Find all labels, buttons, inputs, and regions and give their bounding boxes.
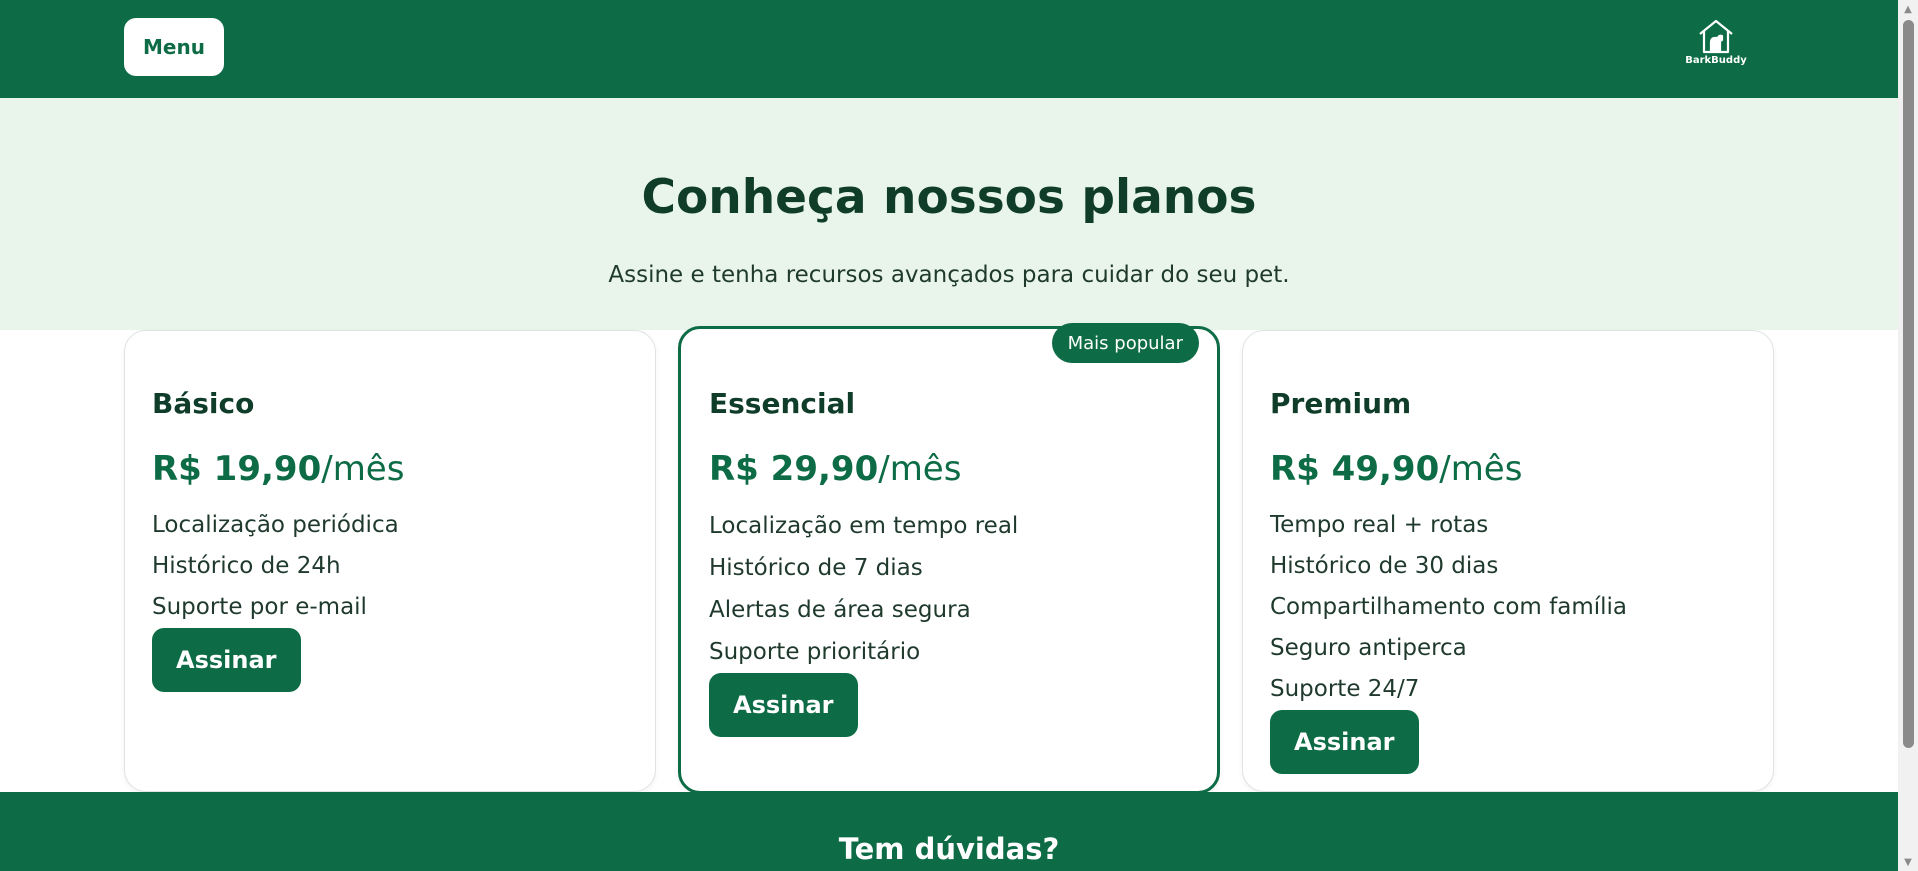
logo-text: BarkBuddy	[1685, 55, 1747, 66]
page-scrollbar[interactable]: ▲ ▼	[1898, 0, 1918, 871]
feature-item: Tempo real + rotas	[1270, 512, 1489, 538]
dog-house-icon	[1699, 19, 1733, 54]
arrow-up-icon[interactable]: ▲	[1898, 0, 1918, 18]
plan-card-premium: Premium R$ 49,90/mês Tempo real + rotas …	[1242, 330, 1774, 792]
feature-item: Histórico de 30 dias	[1270, 553, 1499, 579]
plan-card-essencial: Mais popular Essencial R$ 29,90/mês Loca…	[678, 323, 1220, 794]
brand-logo[interactable]: BarkBuddy	[1685, 18, 1747, 70]
feature-item: Histórico de 24h	[152, 553, 341, 579]
faq-section: Tem dúvidas?	[0, 792, 1898, 871]
plan-name: Básico	[152, 387, 255, 420]
arrow-down-icon[interactable]: ▼	[1898, 853, 1918, 871]
plan-price: R$ 19,90/mês	[152, 449, 635, 493]
price-period: /mês	[1439, 449, 1523, 489]
price-amount: R$ 49,90	[1270, 449, 1440, 489]
feature-list: Localização periódica Histórico de 24h S…	[152, 505, 635, 628]
scrollbar-thumb[interactable]	[1903, 20, 1914, 748]
popular-badge: Mais popular	[1051, 323, 1199, 363]
feature-list: Localização em tempo real Histórico de 7…	[709, 505, 1197, 673]
page-subtitle: Assine e tenha recursos avançados para c…	[608, 262, 1290, 288]
feature-item: Localização periódica	[152, 512, 399, 538]
feature-item: Suporte prioritário	[709, 639, 921, 665]
subscribe-button-premium[interactable]: Assinar	[1270, 710, 1419, 774]
menu-button[interactable]: Menu	[124, 18, 224, 76]
price-amount: R$ 19,90	[152, 449, 322, 489]
feature-item: Histórico de 7 dias	[709, 555, 923, 581]
feature-item: Alertas de área segura	[709, 597, 971, 623]
feature-item: Suporte por e-mail	[152, 594, 367, 620]
price-period: /mês	[878, 449, 962, 489]
feature-item: Seguro antiperca	[1270, 635, 1467, 661]
plan-price: R$ 49,90/mês	[1270, 449, 1753, 493]
feature-item: Compartilhamento com família	[1270, 594, 1627, 620]
feature-item: Suporte 24/7	[1270, 676, 1420, 702]
plan-price: R$ 29,90/mês	[709, 449, 1197, 493]
plan-name: Essencial	[709, 387, 856, 420]
feature-list: Tempo real + rotas Histórico de 30 dias …	[1270, 505, 1753, 710]
plan-name: Premium	[1270, 387, 1412, 420]
page-title: Conheça nossos planos	[641, 170, 1257, 225]
price-period: /mês	[321, 449, 405, 489]
plan-card-basico: Básico R$ 19,90/mês Localização periódic…	[124, 330, 656, 792]
price-amount: R$ 29,90	[709, 449, 879, 489]
faq-title: Tem dúvidas?	[838, 832, 1060, 866]
hero-section: Conheça nossos planos Assine e tenha rec…	[0, 98, 1898, 330]
feature-item: Localização em tempo real	[709, 513, 1019, 539]
subscribe-button-basico[interactable]: Assinar	[152, 628, 301, 692]
subscribe-button-essencial[interactable]: Assinar	[709, 673, 858, 737]
top-navbar: Menu BarkBuddy	[0, 0, 1898, 98]
